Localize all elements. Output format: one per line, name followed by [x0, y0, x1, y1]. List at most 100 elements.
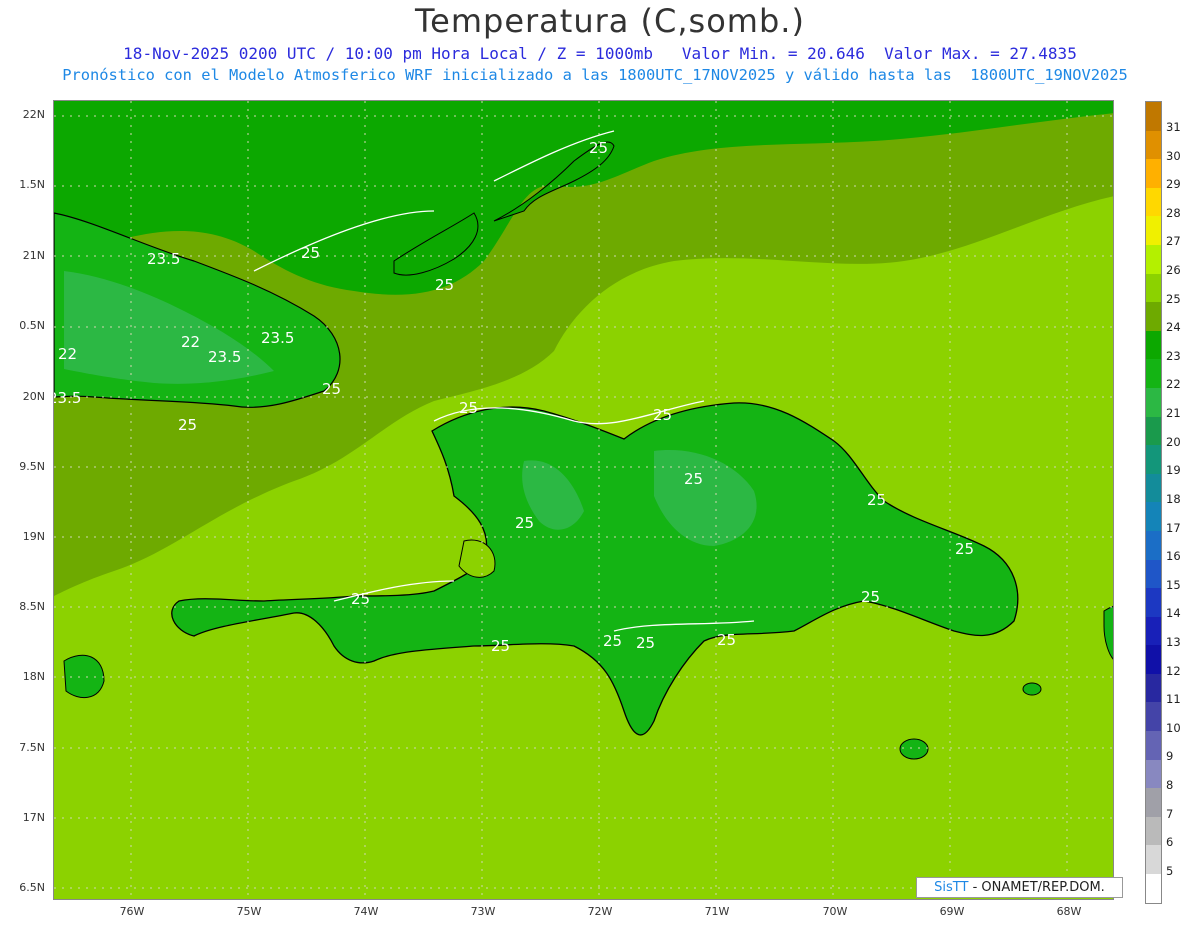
colorbar-tick-label: 18 [1166, 491, 1181, 506]
contour-label: 25 [653, 406, 672, 424]
contour-label: 25 [861, 588, 880, 606]
contour-label: 25 [867, 491, 886, 509]
lon-label: 75W [236, 905, 262, 918]
colorbar-cell [1146, 530, 1161, 560]
colorbar-cell [1146, 588, 1161, 617]
brand-logo: SisTT [934, 880, 969, 895]
map-canvas: 25 25 25 23.5 22 22 23.5 23.5 25 23.5 25… [54, 101, 1113, 899]
colorbar-cell [1146, 387, 1161, 417]
lat-label: 7.5N [19, 741, 45, 754]
colorbar-cell [1146, 874, 1161, 903]
colorbar-cell [1146, 731, 1161, 760]
lat-label: 6.5N [19, 881, 45, 894]
colorbar-cell [1146, 559, 1161, 589]
colorbar-cell [1146, 673, 1161, 703]
temperature-map[interactable]: 25 25 25 23.5 22 22 23.5 23.5 25 23.5 25… [53, 100, 1114, 900]
colorbar-tick-label: 25 [1166, 291, 1181, 306]
map-title: Temperatura (C,somb.) [415, 2, 805, 40]
colorbar-cell [1146, 130, 1161, 160]
colorbar-cell [1146, 102, 1161, 131]
contour-label: 25 [459, 399, 478, 417]
colorbar-tick-label: 11 [1166, 692, 1181, 707]
contour-label: 25 [178, 416, 197, 434]
lon-label: 73W [470, 905, 496, 918]
lat-label: 20N [22, 390, 45, 403]
lat-label: 1.5N [19, 178, 45, 191]
colorbar-tick-label: 14 [1166, 606, 1181, 621]
colorbar-cell [1146, 359, 1161, 388]
contour-label: 25 [322, 380, 341, 398]
lon-label: 74W [353, 905, 379, 918]
contour-label: 23.5 [261, 329, 294, 347]
valid-time-line: 18-Nov-2025 0200 UTC / 10:00 pm Hora Loc… [123, 44, 1077, 63]
lon-label: 70W [822, 905, 848, 918]
colorbar-tick-label: 13 [1166, 634, 1181, 649]
colorbar-tick-label: 21 [1166, 406, 1181, 421]
colorbar-cell [1146, 502, 1161, 531]
lon-label: 76W [119, 905, 145, 918]
lat-label: 0.5N [19, 319, 45, 332]
colorbar-tick-label: 10 [1166, 720, 1181, 735]
contour-label: 22 [181, 333, 200, 351]
saona-island [899, 738, 929, 760]
colorbar-cell [1146, 788, 1161, 817]
lat-label: 18N [22, 670, 45, 683]
contour-label: 25 [636, 634, 655, 652]
mona-island [1022, 682, 1042, 696]
contour-label: 25 [301, 244, 320, 262]
contour-label: 25 [351, 590, 370, 608]
contour-label: 25 [684, 470, 703, 488]
contour-label: 25 [491, 637, 510, 655]
colorbar-cell [1146, 845, 1161, 875]
contour-label: 22 [58, 345, 77, 363]
contour-label: 25 [717, 631, 736, 649]
colorbar-tick-label: 12 [1166, 663, 1181, 678]
colorbar-cell [1146, 445, 1161, 474]
lon-label: 69W [939, 905, 965, 918]
colorbar-cell [1146, 216, 1161, 245]
colorbar-tick-label: 16 [1166, 549, 1181, 564]
lat-label: 22N [22, 108, 45, 121]
colorbar-tick-label: 8 [1166, 777, 1174, 792]
colorbar-tick-label: 26 [1166, 263, 1181, 278]
colorbar-cell [1146, 616, 1161, 646]
contour-label: 25 [589, 139, 608, 157]
colorbar-cell [1146, 159, 1161, 188]
colorbar-tick-label: 19 [1166, 463, 1181, 478]
colorbar-tick-label: 24 [1166, 320, 1181, 335]
colorbar-tick-label: 22 [1166, 377, 1181, 392]
lat-label: 19N [22, 530, 45, 543]
lat-label: 21N [22, 249, 45, 262]
colorbar-cell [1146, 702, 1161, 732]
lat-label: 9.5N [19, 460, 45, 473]
colorbar-tick-label: 20 [1166, 434, 1181, 449]
contour-label: 25 [435, 276, 454, 294]
colorbar-tick-label: 30 [1166, 148, 1181, 163]
colorbar-tick-label: 31 [1166, 120, 1181, 134]
colorbar-tick-label: 15 [1166, 577, 1181, 592]
credit-box: SisTT - ONAMET/REP.DOM. [916, 877, 1123, 898]
contour-label: 25 [955, 540, 974, 558]
contour-label: 23.5 [147, 250, 180, 268]
colorbar-tick-label: 29 [1166, 177, 1181, 192]
lon-label: 68W [1056, 905, 1082, 918]
colorbar-cell [1146, 473, 1161, 503]
colorbar-cell [1146, 816, 1161, 846]
credit-text: - ONAMET/REP.DOM. [968, 880, 1105, 895]
contour-label: 23.5 [54, 389, 81, 407]
colorbar-cell [1146, 416, 1161, 446]
colorbar [1145, 101, 1162, 904]
colorbar-tick-label: 28 [1166, 205, 1181, 220]
contour-label: 25 [515, 514, 534, 532]
colorbar-tick-label: 5 [1166, 863, 1174, 878]
colorbar-cell [1146, 244, 1161, 274]
colorbar-tick-label: 6 [1166, 835, 1174, 850]
colorbar-tick-label: 9 [1166, 749, 1174, 764]
model-info-line: Pronóstico con el Modelo Atmosferico WRF… [62, 66, 1128, 84]
contour-label: 25 [603, 632, 622, 650]
colorbar-cell [1146, 187, 1161, 217]
jamaica-landmass [63, 654, 105, 699]
colorbar-tick-label: 27 [1166, 234, 1181, 249]
colorbar-tick-label: 23 [1166, 348, 1181, 363]
lon-label: 71W [704, 905, 730, 918]
